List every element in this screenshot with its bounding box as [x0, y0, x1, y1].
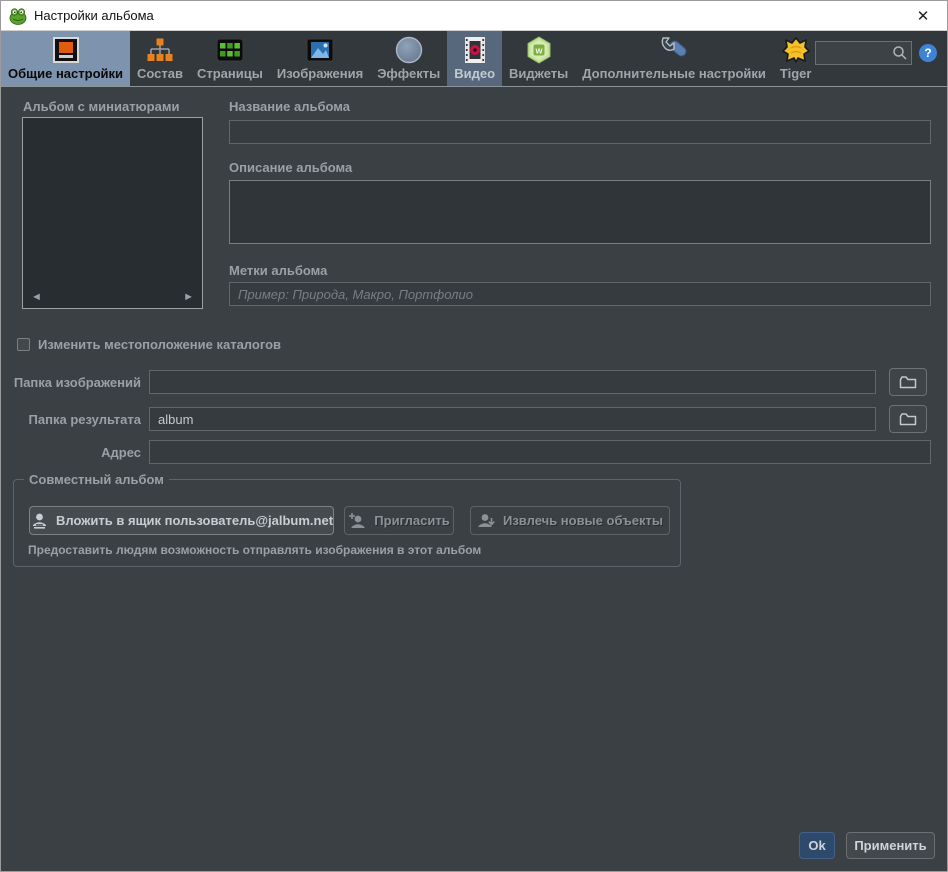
tab-tiger[interactable]: Tiger	[773, 31, 819, 86]
user-add-icon	[348, 512, 367, 530]
result-folder-label: Папка результата	[28, 412, 141, 427]
album-name-input[interactable]	[229, 120, 931, 144]
folder-icon	[899, 412, 917, 427]
wrench-icon	[659, 34, 689, 66]
tab-pages[interactable]: Страницы	[190, 31, 270, 86]
tab-effects[interactable]: Эффекты	[370, 31, 447, 86]
album-tags-input[interactable]	[229, 282, 931, 306]
search-icon	[892, 45, 908, 61]
tab-label: Tiger	[779, 66, 812, 81]
shared-album-group: Совместный альбом Вложить в ящик пользов…	[13, 472, 681, 567]
shared-album-legend: Совместный альбом	[24, 472, 169, 487]
album-name-label: Название альбома	[229, 99, 350, 114]
album-tags-label: Метки альбома	[229, 263, 328, 278]
settings-toolbar: Общие настройки Состав Страницы Изображе…	[1, 31, 947, 87]
tab-structure[interactable]: Состав	[130, 31, 190, 86]
tab-label: Страницы	[196, 66, 263, 81]
browse-image-folder-button[interactable]	[889, 368, 927, 396]
help-icon[interactable]: ?	[919, 44, 937, 62]
tab-advanced-settings[interactable]: Дополнительные настройки	[575, 31, 773, 86]
tiger-skin-icon	[781, 34, 811, 66]
window-title: Настройки альбома	[34, 8, 154, 23]
titlebar: Настройки альбома ✕	[1, 1, 947, 31]
browse-result-folder-button[interactable]	[889, 405, 927, 433]
image-folder-input[interactable]	[149, 370, 876, 394]
next-arrow-icon[interactable]: ►	[183, 292, 194, 303]
video-icon	[463, 34, 487, 66]
images-icon	[306, 34, 334, 66]
tab-video[interactable]: Видео	[447, 31, 503, 86]
user-inbox-icon	[30, 512, 49, 530]
effects-icon	[395, 34, 423, 66]
address-input[interactable]	[149, 440, 931, 464]
pages-icon	[216, 34, 244, 66]
invite-button[interactable]: Пригласить	[344, 506, 454, 535]
tab-label: Дополнительные настройки	[582, 66, 766, 81]
user-download-icon	[477, 512, 496, 530]
thumbnails-label: Альбом с миниатюрами	[23, 99, 180, 114]
result-folder-input[interactable]	[149, 407, 876, 431]
tab-label: Эффекты	[377, 66, 441, 81]
album-settings-dialog: Настройки альбома ✕ Общие настройки Сост…	[0, 0, 948, 872]
tab-label: Изображения	[276, 66, 364, 81]
tab-label: Общие настройки	[8, 66, 123, 81]
drop-box-button-label: Вложить в ящик пользователь@jalbum.net	[55, 513, 334, 528]
svg-text:w: w	[534, 46, 543, 56]
invite-button-label: Пригласить	[374, 513, 450, 528]
prev-arrow-icon[interactable]: ◄	[31, 292, 42, 303]
image-folder-label: Папка изображений	[13, 375, 141, 390]
change-location-checkbox[interactable]	[17, 338, 30, 351]
drop-box-button[interactable]: Вложить в ящик пользователь@jalbum.net	[29, 506, 334, 535]
tab-label: Состав	[137, 66, 183, 81]
tab-widgets[interactable]: w Виджеты	[502, 31, 575, 86]
change-location-label: Изменить местоположение каталогов	[38, 337, 282, 352]
address-label: Адрес	[101, 445, 141, 460]
general-settings-icon	[52, 34, 79, 66]
fetch-new-objects-button-label: Извлечь новые объекты	[503, 513, 663, 528]
tab-images[interactable]: Изображения	[270, 31, 370, 86]
shared-album-caption: Предоставить людям возможность отправлят…	[28, 543, 482, 557]
search-box	[815, 41, 912, 65]
apply-button[interactable]: Применить	[846, 832, 935, 859]
widgets-icon: w	[525, 34, 553, 66]
album-description-textarea[interactable]	[229, 180, 931, 244]
thumbnail-preview-box[interactable]: ◄ ►	[22, 117, 203, 309]
fetch-new-objects-button[interactable]: Извлечь новые объекты	[470, 506, 670, 535]
tab-label: Видео	[454, 66, 496, 81]
toolbar-right-group: ?	[815, 41, 937, 65]
jalbum-frog-icon	[9, 7, 27, 25]
structure-icon	[146, 34, 174, 66]
close-icon[interactable]: ✕	[912, 5, 934, 27]
folder-icon	[899, 375, 917, 390]
ok-button[interactable]: Ok	[799, 832, 835, 859]
tab-label: Виджеты	[509, 66, 569, 81]
tab-general-settings[interactable]: Общие настройки	[1, 31, 130, 86]
album-description-label: Описание альбома	[229, 160, 353, 175]
